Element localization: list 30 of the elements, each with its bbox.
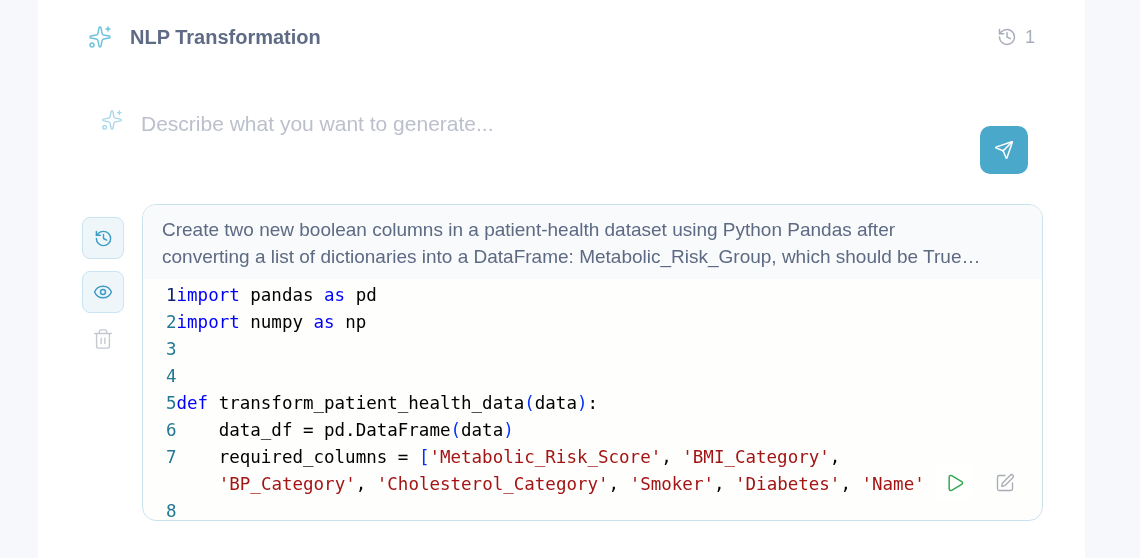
preview-button[interactable] [82,271,124,313]
sparkle-icon [101,109,123,131]
eye-icon [93,282,113,302]
send-button[interactable] [980,126,1028,174]
code-text: import pandas as pd [176,284,377,307]
line-number: 3 [166,338,177,361]
line-number: 4 [166,365,177,388]
history-button[interactable]: 1 [997,23,1035,51]
line-number: 5 [166,392,177,415]
line-number: 1 [166,284,177,307]
history-button[interactable] [82,217,124,259]
code-text: data_df = pd.DataFrame(data) [217,419,514,442]
trash-icon [92,328,114,350]
history-icon [997,27,1017,47]
line-number: 8 [166,500,177,520]
code-text: required_columns = ['Metabolic_Risk_Score', 'BMI_Category', [217,446,841,469]
section-title: NLP Transformation [130,25,321,50]
prompt-field[interactable]: Describe what you want to generate... [141,108,1040,140]
play-icon [945,473,965,493]
code-text: import numpy as np [176,311,367,334]
prompt-text: Create two new boolean columns in a patient-health dataset using Python Pandas after converting a list of dictionaries into a DataFrame: Metabolic_Risk_Group, which should be True… [162,218,982,270]
send-icon [994,140,1014,160]
line-number: 6 [166,419,177,442]
sparkle-icon [88,25,112,49]
code-text: def transform_patient_health_data(data): [176,392,599,415]
line-number: 2 [166,311,177,334]
history-icon [93,228,113,248]
code-text: 'BP_Category', 'Cholesterol_Category', 'Smoker', 'Diabetes', 'Name' [218,473,925,496]
edit-icon [995,473,1015,493]
line-number: 7 [166,446,177,469]
